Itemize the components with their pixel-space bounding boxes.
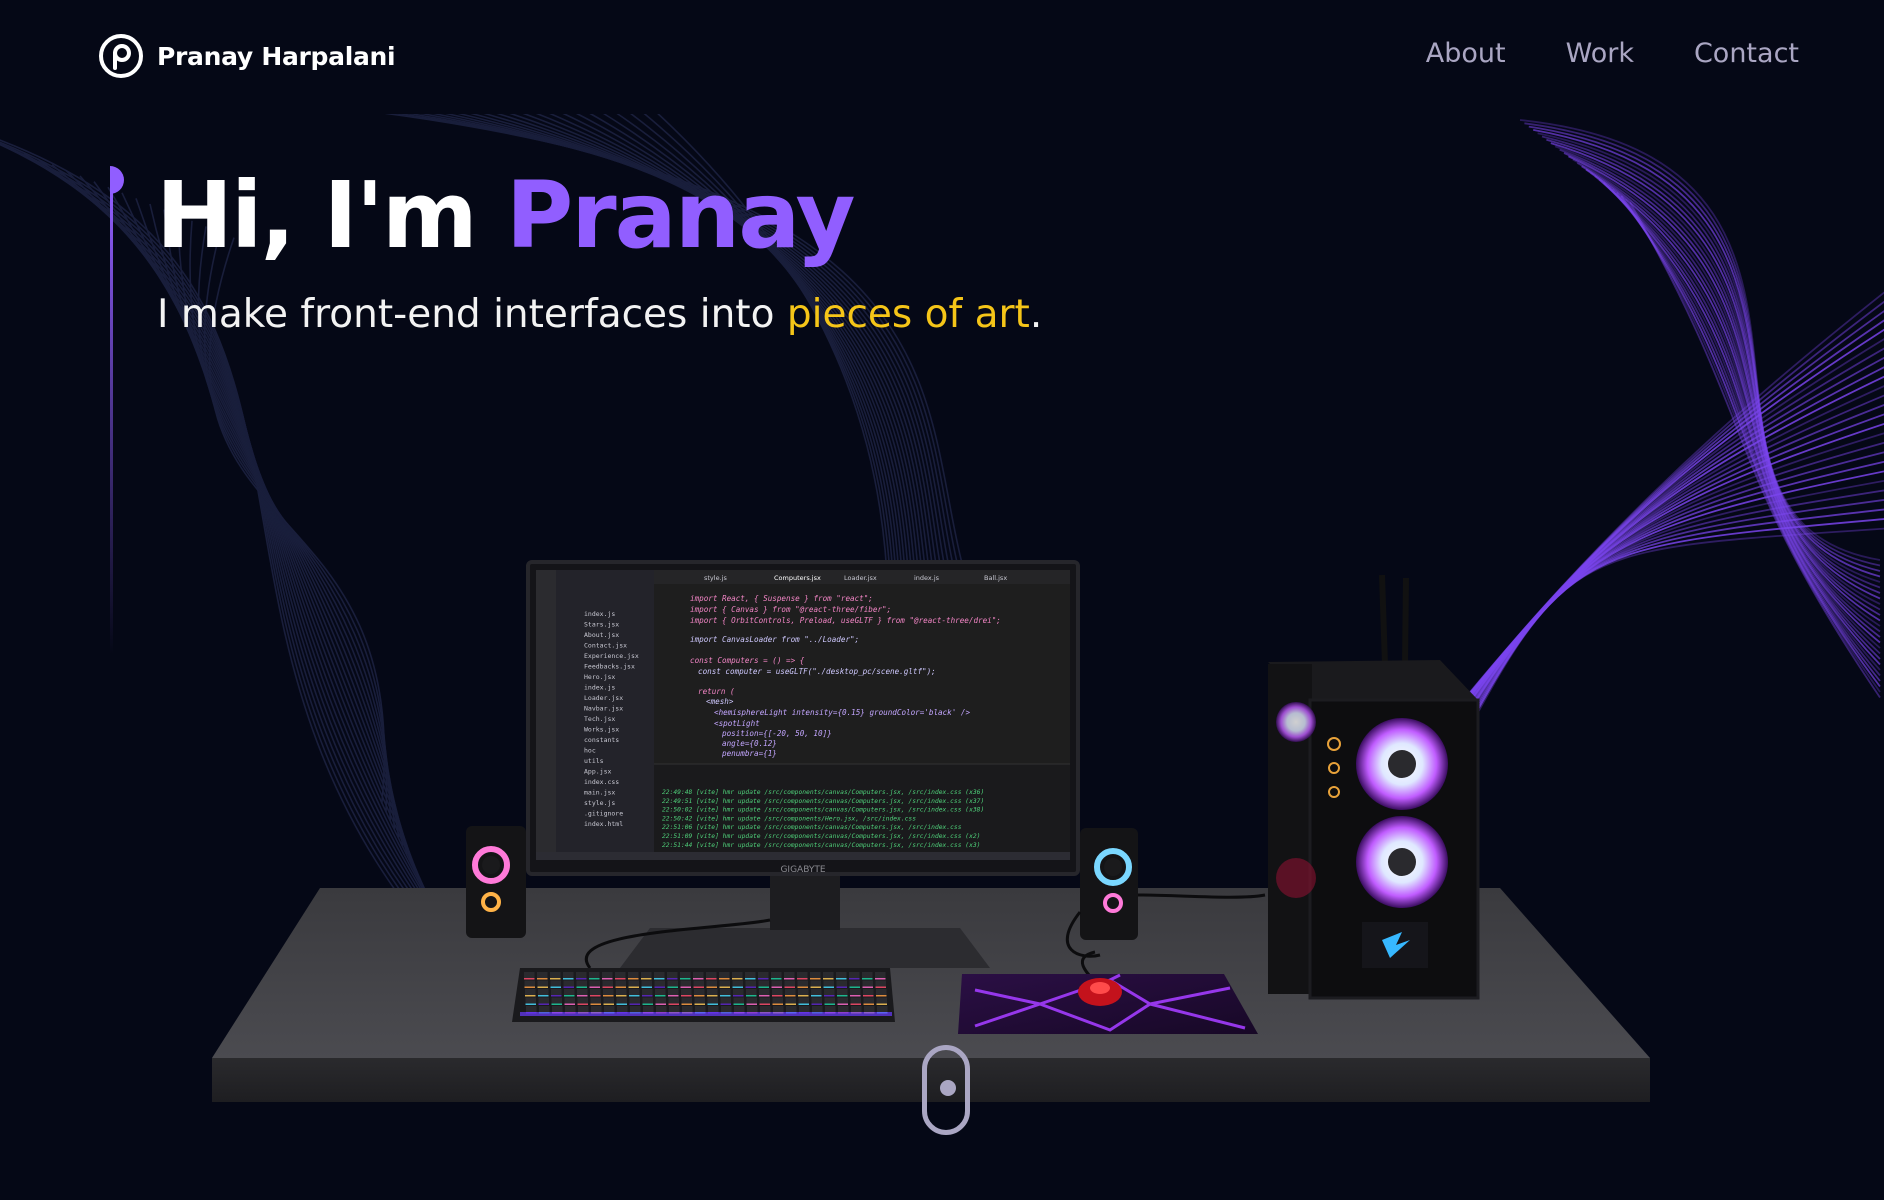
code-line: const computer = useGLTF("./desktop_pc/s… [698,667,936,676]
speaker-right [1080,828,1138,940]
explorer-file[interactable]: Stars.jsx [584,621,619,629]
editor-tab[interactable]: Ball.jsx [984,574,1007,582]
code-line: <spotLight [714,719,760,728]
code-line: import { OrbitControls, Preload, useGLTF… [690,616,1001,625]
hero-subtitle-text: I make front-end interfaces into [157,292,787,337]
terminal-line: 22:50:02 [vite] hmr update /src/componen… [662,806,984,814]
code-line: angle={0.12} [722,739,777,748]
explorer-file[interactable]: Experience.jsx [584,652,639,660]
explorer-file[interactable]: App.jsx [584,768,611,776]
code-line: const Computers = () => { [690,656,805,665]
gaming-mouse [1078,978,1122,1006]
explorer-file[interactable]: Tech.jsx [584,715,615,723]
explorer-file[interactable]: .gitignore [584,810,623,818]
speaker-left [466,826,526,938]
scroll-dot [940,1080,956,1096]
explorer-file[interactable]: Hero.jsx [584,673,615,681]
terminal-line: 22:51:06 [vite] hmr update /src/componen… [662,823,962,831]
nav-work-link[interactable]: Work [1566,38,1634,69]
explorer-file[interactable]: About.jsx [584,631,619,639]
code-line: return ( [698,687,735,696]
hero-subtitle: I make front-end interfaces into pieces … [157,292,1042,337]
explorer-file[interactable]: Loader.jsx [584,694,623,702]
code-line: <hemisphereLight intensity={0.15} ground… [714,708,970,717]
explorer-file[interactable]: index.css [584,778,619,786]
monitor-brand-label: GIGABYTE [780,865,825,875]
explorer-file[interactable]: main.jsx [584,789,615,797]
explorer-file[interactable]: Navbar.jsx [584,705,623,713]
hero-subtitle-highlight: pieces of art [786,292,1030,337]
brand-logo[interactable]: Pranay Harpalani [99,34,396,78]
terminal-line: 22:49:51 [vite] hmr update /src/componen… [662,797,984,805]
terminal-line: 22:51:09 [vite] hmr update /src/componen… [662,832,980,840]
explorer-file[interactable]: hoc [584,747,596,755]
explorer-file[interactable]: utils [584,757,604,765]
nav-links: About Work Contact [1366,38,1799,69]
brand-name: Pranay Harpalani [157,41,396,71]
pc-tower [1268,574,1480,1000]
code-line: position={[-20, 50, 10]} [722,729,832,738]
editor-tab[interactable]: Computers.jsx [774,574,821,582]
explorer-file[interactable]: index.html [584,820,623,828]
keyboard [512,968,895,1022]
explorer-file[interactable]: Contact.jsx [584,642,627,650]
explorer-file[interactable]: index.js [584,610,615,618]
code-line: import CanvasLoader from "../Loader"; [690,635,859,644]
nav-contact-link[interactable]: Contact [1694,38,1799,69]
explorer-file[interactable]: Feedbacks.jsx [584,663,635,671]
editor-tab[interactable]: style.js [704,574,727,582]
hero-title-prefix: Hi, I'm [156,162,506,269]
code-line: import React, { Suspense } from "react"; [690,594,873,603]
scroll-down-indicator[interactable] [922,1045,970,1135]
hero-title: Hi, I'm Pranay [156,162,856,269]
terminal-line: 22:50:42 [vite] hmr update /src/componen… [662,814,916,822]
logo-icon [99,34,143,78]
terminal-line: 22:49:48 [vite] hmr update /src/componen… [662,788,984,796]
terminal-line: 22:51:44 [vite] hmr update /src/componen… [662,841,980,849]
hero-title-name: Pranay [505,162,856,269]
explorer-file[interactable]: index.js [584,684,615,692]
hero-accent-line [110,166,124,654]
editor-tab[interactable]: Loader.jsx [844,574,877,582]
explorer-file[interactable]: style.js [584,799,615,807]
code-line: penumbra={1} [722,749,777,758]
hero-subtitle-end: . [1029,292,1043,337]
nav-about-link[interactable]: About [1426,38,1506,69]
editor-tab[interactable]: index.js [914,574,940,582]
code-line: import { Canvas } from "@react-three/fib… [690,605,891,614]
explorer-file[interactable]: constants [584,736,619,744]
portfolio-page: Pranay Harpalani About Work Contact Hi, … [0,0,1884,1200]
explorer-file[interactable]: Works.jsx [584,726,619,734]
navbar: Pranay Harpalani About Work Contact [0,0,1884,114]
code-line: <mesh> [706,697,734,706]
